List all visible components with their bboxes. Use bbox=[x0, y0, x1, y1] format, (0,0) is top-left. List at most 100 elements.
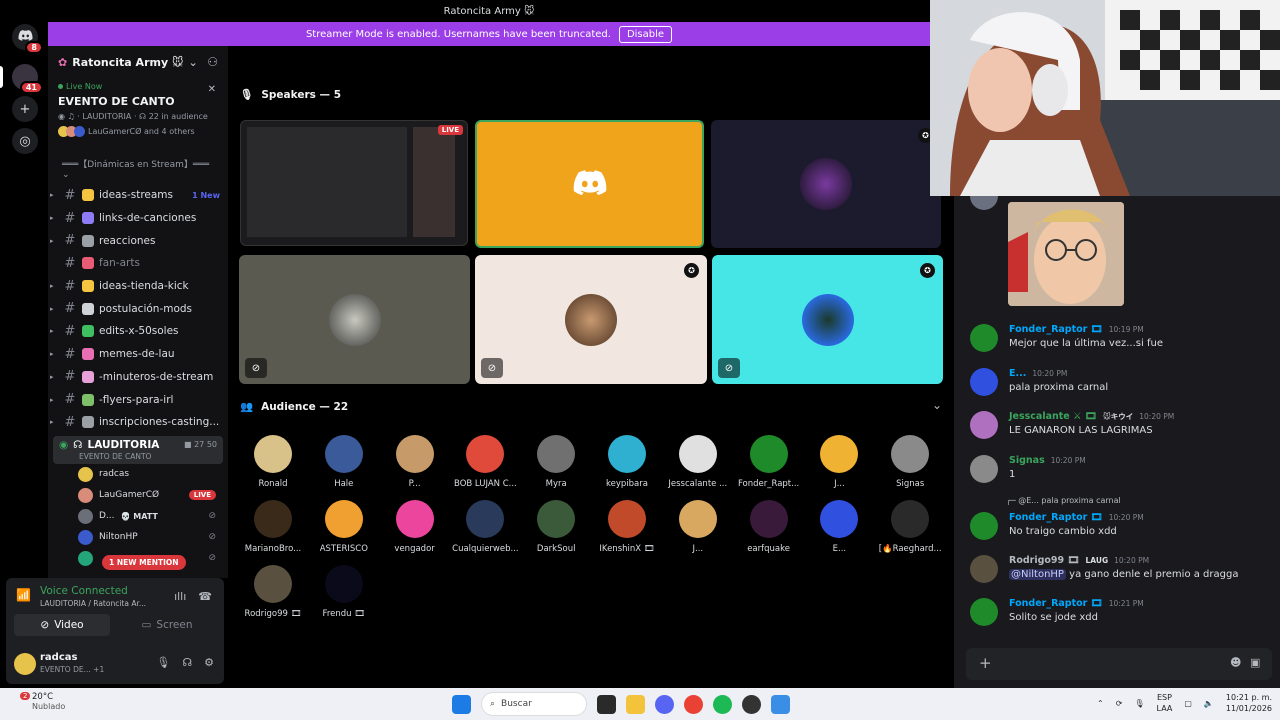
audience-member[interactable]: IKenshinX 🎞 bbox=[591, 500, 663, 554]
signal-icon[interactable]: 📶 bbox=[16, 588, 31, 602]
noise-suppression-icon[interactable]: ıllı bbox=[174, 590, 186, 603]
emoji-icon[interactable]: ☻ bbox=[1230, 656, 1241, 669]
disable-streamer-mode-button[interactable]: Disable bbox=[618, 25, 673, 43]
user-mention[interactable]: @NiltonHP bbox=[1009, 569, 1066, 580]
server-header[interactable]: ✿ Ratoncita Army 🐭 ⌄ ⚇ bbox=[48, 46, 228, 78]
audience-member[interactable]: keypibara bbox=[591, 435, 663, 489]
speaker-tile[interactable]: ✪ ⊘ bbox=[475, 255, 707, 384]
audience-member[interactable]: J... bbox=[803, 435, 875, 489]
message-author[interactable]: Fonder_Raptor 🎞 bbox=[1009, 512, 1103, 523]
chat-message[interactable]: Fonder_Raptor 🎞 10:20 PM No traigo cambio … bbox=[970, 512, 1270, 542]
microphone-icon[interactable]: 🎙 bbox=[156, 656, 170, 669]
channel-3[interactable]: # fan-arts bbox=[48, 252, 228, 275]
message-author[interactable]: Fonder_Raptor 🎞 bbox=[1009, 598, 1103, 609]
new-mention-pill[interactable]: 1 NEW MENTION bbox=[102, 555, 186, 570]
audience-member[interactable]: P... bbox=[379, 435, 451, 489]
channel-5[interactable]: ▸ # postulación-mods bbox=[48, 297, 228, 320]
gear-icon[interactable]: ⚙ bbox=[204, 656, 214, 669]
chevron-up-icon[interactable]: ⌃ bbox=[1097, 699, 1104, 708]
discord-app-icon[interactable] bbox=[655, 694, 674, 714]
audience-member[interactable]: Fonder_Rapt... bbox=[733, 435, 805, 489]
headphones-icon[interactable]: ☊ bbox=[182, 656, 192, 669]
taskbar-search[interactable]: ⌕ Buscar bbox=[481, 692, 587, 716]
audience-member[interactable]: BOB LUJAN C... bbox=[449, 435, 521, 489]
disconnect-icon[interactable]: ☎ bbox=[198, 590, 212, 603]
audience-member[interactable]: Ronald bbox=[237, 435, 309, 489]
chat-message[interactable]: Signas 10:20 PM 1 bbox=[970, 455, 1270, 485]
audience-member[interactable]: Cualquierweb... bbox=[449, 500, 521, 554]
sync-icon[interactable]: ⟳ bbox=[1116, 699, 1123, 708]
file-explorer-icon[interactable] bbox=[626, 694, 645, 714]
chrome-icon[interactable] bbox=[684, 694, 703, 714]
audience-member[interactable]: Jesscalante ... bbox=[662, 435, 734, 489]
chat-message[interactable]: Jesscalante ⚔ 🎞 🐭キウイ 10:20 PM LE GANARON LA… bbox=[970, 411, 1270, 441]
channel-1[interactable]: ▸ # links-de-canciones bbox=[48, 207, 228, 230]
obs-icon[interactable] bbox=[742, 694, 761, 714]
message-author[interactable]: Jesscalante ⚔ 🎞 bbox=[1009, 411, 1097, 422]
channel-0[interactable]: ▸ # ideas-streams 1 New bbox=[48, 184, 228, 207]
audience-member[interactable]: Rodrigo99 🎞 bbox=[237, 565, 309, 619]
channel-10[interactable]: ▸ # inscripciones-casting... bbox=[48, 411, 228, 434]
video-button[interactable]: ⊘ Video bbox=[14, 614, 110, 636]
chat-message[interactable]: Fonder_Raptor 🎞 10:21 PM Solito se jode xd… bbox=[970, 598, 1270, 628]
voice-user[interactable]: NiltonHP ⊘ bbox=[48, 527, 228, 548]
notepad-icon[interactable] bbox=[771, 694, 790, 714]
clock[interactable]: 10:21 p. m. 11/01/2026 bbox=[1226, 692, 1272, 714]
message-author[interactable]: E... bbox=[1009, 368, 1026, 379]
speaker-tile-active[interactable] bbox=[475, 120, 704, 248]
speaker-tile-screenshare[interactable]: LIVE bbox=[240, 120, 468, 246]
screen-share-button[interactable]: ▭ Screen bbox=[118, 614, 216, 636]
voice-user[interactable]: D... 💀 MATT ⊘ bbox=[48, 506, 228, 527]
category-header[interactable]: ═══【Dinámicas en Stream】═══ ⌄ bbox=[48, 147, 228, 184]
voice-channel-lauditoria[interactable]: ◉ ☊ LAUDITORIA ■ 27 50 EVENTO DE CANTO bbox=[53, 435, 223, 464]
voice-connected-title[interactable]: Voice Connected bbox=[40, 585, 128, 597]
voice-user[interactable]: radcas bbox=[48, 464, 228, 485]
channel-9[interactable]: ▸ # -flyers-para-irl bbox=[48, 388, 228, 411]
audience-member[interactable]: earfquake bbox=[733, 500, 805, 554]
volume-icon[interactable]: 🔈 bbox=[1204, 699, 1214, 708]
reply-preview[interactable]: ╭─ @E... pala proxima carnal bbox=[1006, 496, 1121, 505]
chat-input[interactable]: + ☻ ▣ bbox=[966, 648, 1272, 680]
channel-6[interactable]: ▸ # edits-x-50soles bbox=[48, 320, 228, 343]
sticker-icon[interactable]: ▣ bbox=[1250, 656, 1260, 669]
audience-member[interactable]: ASTERISCO bbox=[308, 500, 380, 554]
weather-widget[interactable]: 2 20°C Nublado bbox=[10, 692, 65, 711]
channel-2[interactable]: ▸ # reacciones bbox=[48, 229, 228, 252]
message-author[interactable]: Rodrigo99 🎞 bbox=[1009, 555, 1080, 566]
network-icon[interactable]: ▢ bbox=[1184, 699, 1192, 708]
speaker-tile[interactable]: ✪ ⊘ bbox=[712, 255, 943, 384]
add-server-button[interactable]: + bbox=[12, 96, 38, 122]
channel-8[interactable]: ▸ # -minuteros-de-stream bbox=[48, 366, 228, 389]
spotify-icon[interactable] bbox=[713, 694, 732, 714]
audience-member[interactable]: Frendu 🎞 bbox=[308, 565, 380, 619]
discover-button[interactable]: ◎ bbox=[12, 128, 38, 154]
audience-member[interactable]: DarkSoul bbox=[520, 500, 592, 554]
microphone-icon[interactable]: 🎙 bbox=[1134, 699, 1144, 708]
audience-member[interactable]: Hale bbox=[308, 435, 380, 489]
language-indicator[interactable]: ESP LAA bbox=[1157, 692, 1173, 714]
message-author[interactable]: Signas bbox=[1009, 455, 1045, 466]
audience-member[interactable]: MarianoBro... bbox=[237, 500, 309, 554]
server-icon[interactable]: 41 bbox=[12, 64, 43, 94]
speaker-tile[interactable]: ✪ bbox=[711, 120, 941, 248]
audience-member[interactable]: E... bbox=[803, 500, 875, 554]
audience-header[interactable]: 👥 Audience — 22 bbox=[240, 400, 348, 414]
live-event-card[interactable]: Live Now EVENTO DE CANTO ◉ ♫ · LAUDITORI… bbox=[54, 78, 222, 141]
speaker-tile[interactable]: ⊘ bbox=[239, 255, 470, 384]
chat-message[interactable]: Rodrigo99 🎞 LAUG 10:20 PM @NiltonHP ya gano… bbox=[970, 555, 1270, 585]
audience-member[interactable]: vengador bbox=[379, 500, 451, 554]
chat-message[interactable]: Fonder_Raptor 🎞 10:19 PM Mejor que la últi… bbox=[970, 324, 1270, 354]
chat-message[interactable]: E... 10:20 PM pala proxima carnal bbox=[970, 368, 1270, 398]
plus-icon[interactable]: + bbox=[979, 654, 992, 672]
chat-image-attachment[interactable] bbox=[1008, 202, 1124, 306]
voice-user[interactable]: LauGamerCØ LIVE bbox=[48, 485, 228, 506]
audience-member[interactable]: Signas bbox=[874, 435, 946, 489]
start-icon[interactable] bbox=[452, 694, 471, 714]
channel-7[interactable]: ▸ # memes-de-lau bbox=[48, 343, 228, 366]
message-author[interactable]: Fonder_Raptor 🎞 bbox=[1009, 324, 1103, 335]
audience-member[interactable]: Myra bbox=[520, 435, 592, 489]
direct-messages-button[interactable]: 8 bbox=[12, 24, 43, 54]
avatar[interactable] bbox=[14, 653, 36, 675]
add-member-icon[interactable]: ⚇ bbox=[207, 55, 218, 69]
audience-member[interactable]: [🔥Raeghard... bbox=[874, 500, 946, 554]
